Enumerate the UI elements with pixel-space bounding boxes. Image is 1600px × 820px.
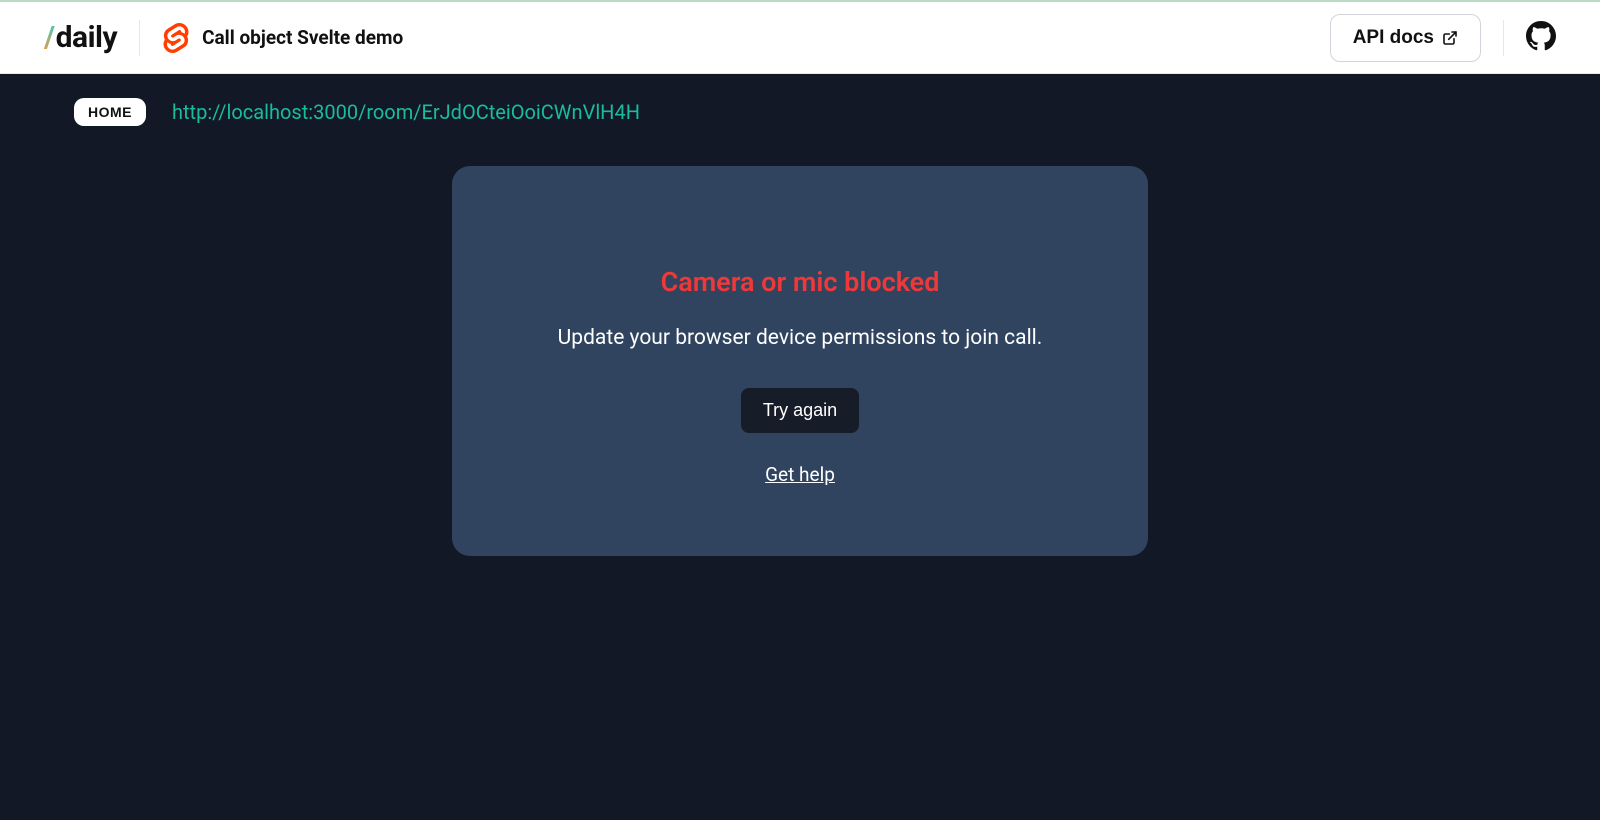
home-button[interactable]: HOME xyxy=(74,98,146,126)
svelte-icon xyxy=(162,23,190,53)
github-link[interactable] xyxy=(1526,21,1556,55)
divider xyxy=(139,20,140,56)
demo-title: Call object Svelte demo xyxy=(202,26,403,49)
api-docs-button[interactable]: API docs xyxy=(1330,14,1481,62)
app-header: /daily Call object Svelte demo API docs xyxy=(0,0,1600,74)
external-link-icon xyxy=(1442,30,1458,46)
permissions-error-card: Camera or mic blocked Update your browse… xyxy=(452,166,1148,556)
daily-logo[interactable]: /daily xyxy=(44,20,117,55)
error-description: Update your browser device permissions t… xyxy=(558,326,1043,350)
slash-icon: / xyxy=(44,20,55,55)
try-again-button[interactable]: Try again xyxy=(741,388,859,433)
divider xyxy=(1503,20,1504,56)
github-icon xyxy=(1526,21,1556,51)
top-row: HOME http://localhost:3000/room/ErJdOCte… xyxy=(0,98,1600,126)
room-url: http://localhost:3000/room/ErJdOCteiOoiC… xyxy=(172,100,640,124)
main-area: HOME http://localhost:3000/room/ErJdOCte… xyxy=(0,74,1600,820)
get-help-link[interactable]: Get help xyxy=(765,463,835,486)
error-title: Camera or mic blocked xyxy=(661,266,940,298)
header-left: /daily Call object Svelte demo xyxy=(44,20,403,56)
api-docs-label: API docs xyxy=(1353,27,1434,49)
card-wrap: Camera or mic blocked Update your browse… xyxy=(0,166,1600,556)
daily-logo-text: daily xyxy=(56,20,117,55)
demo-title-block: Call object Svelte demo xyxy=(162,23,403,53)
header-right: API docs xyxy=(1330,14,1556,62)
